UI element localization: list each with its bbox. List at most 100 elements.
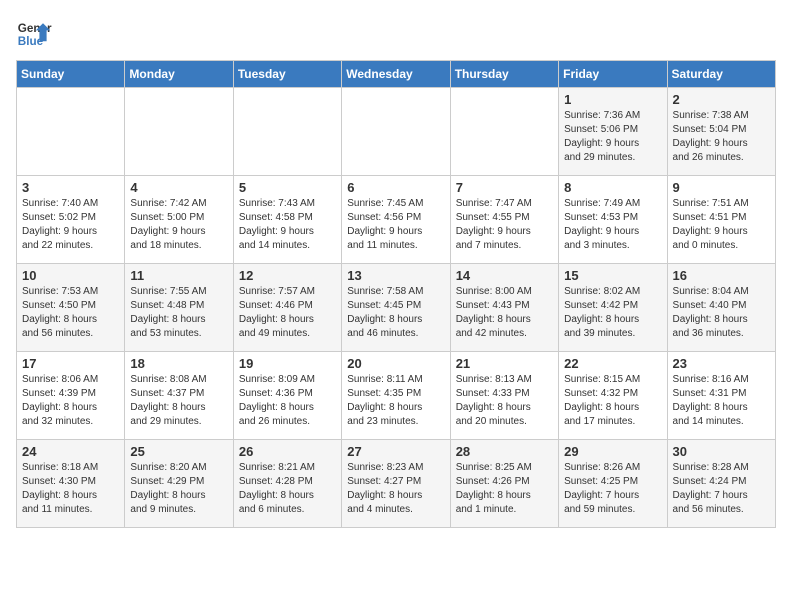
calendar-cell: 5Sunrise: 7:43 AM Sunset: 4:58 PM Daylig… (233, 176, 341, 264)
day-info: Sunrise: 8:13 AM Sunset: 4:33 PM Dayligh… (456, 373, 553, 429)
day-info: Sunrise: 8:00 AM Sunset: 4:43 PM Dayligh… (456, 285, 553, 341)
calendar-cell: 7 Sunrise: 7:47 AM Sunset: 4:55 PM Daylig… (450, 176, 558, 264)
weekday-header: Saturday (667, 61, 775, 88)
day-info: Sunrise: 8:28 AM Sunset: 4:24 PM Dayligh… (673, 461, 770, 517)
day-number: 14 (456, 268, 553, 283)
day-number: 8 (564, 180, 661, 195)
day-number: 16 (673, 268, 770, 283)
calendar-cell: 3 Sunrise: 7:40 AM Sunset: 5:02 PM Daylig… (17, 176, 125, 264)
calendar-cell: 9 Sunrise: 7:51 AM Sunset: 4:51 PM Daylig… (667, 176, 775, 264)
calendar-cell: 24 Sunrise: 8:18 AM Sunset: 4:30 PM Dayli… (17, 440, 125, 528)
day-number: 7 (456, 180, 553, 195)
calendar-week-row: 10 Sunrise: 7:53 AM Sunset: 4:50 PM Dayli… (17, 264, 776, 352)
day-number: 10 (22, 268, 119, 283)
calendar-cell: 23 Sunrise: 8:16 AM Sunset: 4:31 PM Dayli… (667, 352, 775, 440)
weekday-header: Sunday (17, 61, 125, 88)
calendar-cell: 30Sunrise: 8:28 AM Sunset: 4:24 PM Dayli… (667, 440, 775, 528)
calendar-table: SundayMondayTuesdayWednesdayThursdayFrid… (16, 60, 776, 528)
day-number: 3 (22, 180, 119, 195)
day-info: Sunrise: 7:53 AM Sunset: 4:50 PM Dayligh… (22, 285, 119, 341)
day-info: Sunrise: 7:38 AM Sunset: 5:04 PM Dayligh… (673, 109, 770, 165)
day-number: 11 (130, 268, 227, 283)
day-number: 29 (564, 444, 661, 459)
day-info: Sunrise: 7:36 AM Sunset: 5:06 PM Dayligh… (564, 109, 661, 165)
day-number: 6 (347, 180, 444, 195)
day-info: Sunrise: 8:09 AM Sunset: 4:36 PM Dayligh… (239, 373, 336, 429)
day-info: Sunrise: 8:02 AM Sunset: 4:42 PM Dayligh… (564, 285, 661, 341)
day-number: 24 (22, 444, 119, 459)
calendar-cell: 14 Sunrise: 8:00 AM Sunset: 4:43 PM Dayli… (450, 264, 558, 352)
day-info: Sunrise: 8:04 AM Sunset: 4:40 PM Dayligh… (673, 285, 770, 341)
day-info: Sunrise: 7:45 AM Sunset: 4:56 PM Dayligh… (347, 197, 444, 253)
calendar-cell (125, 88, 233, 176)
calendar-cell: 17Sunrise: 8:06 AM Sunset: 4:39 PM Dayli… (17, 352, 125, 440)
day-number: 18 (130, 356, 227, 371)
day-number: 23 (673, 356, 770, 371)
calendar-week-row: 1 Sunrise: 7:36 AM Sunset: 5:06 PM Daylig… (17, 88, 776, 176)
calendar-cell: 28Sunrise: 8:25 AM Sunset: 4:26 PM Dayli… (450, 440, 558, 528)
day-number: 28 (456, 444, 553, 459)
day-number: 9 (673, 180, 770, 195)
day-info: Sunrise: 8:15 AM Sunset: 4:32 PM Dayligh… (564, 373, 661, 429)
day-info: Sunrise: 7:58 AM Sunset: 4:45 PM Dayligh… (347, 285, 444, 341)
calendar-week-row: 24 Sunrise: 8:18 AM Sunset: 4:30 PM Dayli… (17, 440, 776, 528)
weekday-header: Wednesday (342, 61, 450, 88)
calendar-cell (17, 88, 125, 176)
weekday-header-row: SundayMondayTuesdayWednesdayThursdayFrid… (17, 61, 776, 88)
weekday-header: Tuesday (233, 61, 341, 88)
logo: General Blue (16, 16, 52, 52)
day-number: 26 (239, 444, 336, 459)
day-info: Sunrise: 8:18 AM Sunset: 4:30 PM Dayligh… (22, 461, 119, 517)
day-info: Sunrise: 8:23 AM Sunset: 4:27 PM Dayligh… (347, 461, 444, 517)
weekday-header: Thursday (450, 61, 558, 88)
day-number: 5 (239, 180, 336, 195)
day-number: 22 (564, 356, 661, 371)
calendar-cell: 29 Sunrise: 8:26 AM Sunset: 4:25 PM Dayli… (559, 440, 667, 528)
day-info: Sunrise: 7:49 AM Sunset: 4:53 PM Dayligh… (564, 197, 661, 253)
calendar-cell: 10 Sunrise: 7:53 AM Sunset: 4:50 PM Dayli… (17, 264, 125, 352)
day-number: 25 (130, 444, 227, 459)
day-info: Sunrise: 8:26 AM Sunset: 4:25 PM Dayligh… (564, 461, 661, 517)
calendar-cell: 8 Sunrise: 7:49 AM Sunset: 4:53 PM Daylig… (559, 176, 667, 264)
calendar-cell: 19 Sunrise: 8:09 AM Sunset: 4:36 PM Dayli… (233, 352, 341, 440)
day-number: 15 (564, 268, 661, 283)
calendar-cell (450, 88, 558, 176)
calendar-cell: 22 Sunrise: 8:15 AM Sunset: 4:32 PM Dayli… (559, 352, 667, 440)
calendar-cell: 15 Sunrise: 8:02 AM Sunset: 4:42 PM Dayli… (559, 264, 667, 352)
calendar-cell: 27 Sunrise: 8:23 AM Sunset: 4:27 PM Dayli… (342, 440, 450, 528)
day-info: Sunrise: 8:06 AM Sunset: 4:39 PM Dayligh… (22, 373, 119, 429)
calendar-week-row: 3 Sunrise: 7:40 AM Sunset: 5:02 PM Daylig… (17, 176, 776, 264)
day-info: Sunrise: 7:55 AM Sunset: 4:48 PM Dayligh… (130, 285, 227, 341)
calendar-cell: 2 Sunrise: 7:38 AM Sunset: 5:04 PM Daylig… (667, 88, 775, 176)
day-number: 12 (239, 268, 336, 283)
calendar-cell: 6 Sunrise: 7:45 AM Sunset: 4:56 PM Daylig… (342, 176, 450, 264)
day-number: 4 (130, 180, 227, 195)
day-info: Sunrise: 7:51 AM Sunset: 4:51 PM Dayligh… (673, 197, 770, 253)
calendar-cell: 1 Sunrise: 7:36 AM Sunset: 5:06 PM Daylig… (559, 88, 667, 176)
calendar-cell: 25Sunrise: 8:20 AM Sunset: 4:29 PM Dayli… (125, 440, 233, 528)
day-info: Sunrise: 8:21 AM Sunset: 4:28 PM Dayligh… (239, 461, 336, 517)
calendar-cell: 21 Sunrise: 8:13 AM Sunset: 4:33 PM Dayli… (450, 352, 558, 440)
calendar-cell: 4 Sunrise: 7:42 AM Sunset: 5:00 PM Daylig… (125, 176, 233, 264)
day-number: 19 (239, 356, 336, 371)
day-number: 20 (347, 356, 444, 371)
logo-icon: General Blue (16, 16, 52, 52)
day-info: Sunrise: 8:11 AM Sunset: 4:35 PM Dayligh… (347, 373, 444, 429)
day-info: Sunrise: 8:08 AM Sunset: 4:37 PM Dayligh… (130, 373, 227, 429)
calendar-cell: 20 Sunrise: 8:11 AM Sunset: 4:35 PM Dayli… (342, 352, 450, 440)
day-info: Sunrise: 7:47 AM Sunset: 4:55 PM Dayligh… (456, 197, 553, 253)
day-info: Sunrise: 7:40 AM Sunset: 5:02 PM Dayligh… (22, 197, 119, 253)
day-number: 21 (456, 356, 553, 371)
calendar-cell: 18 Sunrise: 8:08 AM Sunset: 4:37 PM Dayli… (125, 352, 233, 440)
day-number: 2 (673, 92, 770, 107)
weekday-header: Friday (559, 61, 667, 88)
calendar-cell: 13Sunrise: 7:58 AM Sunset: 4:45 PM Dayli… (342, 264, 450, 352)
calendar-week-row: 17Sunrise: 8:06 AM Sunset: 4:39 PM Dayli… (17, 352, 776, 440)
calendar-cell: 11 Sunrise: 7:55 AM Sunset: 4:48 PM Dayli… (125, 264, 233, 352)
day-info: Sunrise: 8:16 AM Sunset: 4:31 PM Dayligh… (673, 373, 770, 429)
calendar-cell: 16 Sunrise: 8:04 AM Sunset: 4:40 PM Dayli… (667, 264, 775, 352)
page-header: General Blue (16, 16, 776, 52)
day-number: 27 (347, 444, 444, 459)
day-info: Sunrise: 7:42 AM Sunset: 5:00 PM Dayligh… (130, 197, 227, 253)
day-number: 1 (564, 92, 661, 107)
